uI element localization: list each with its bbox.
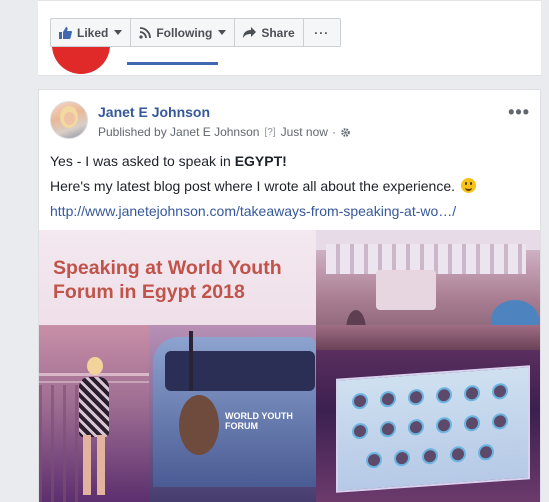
- bus-sign-text: WORLD YOUTH FORUM: [225, 411, 293, 431]
- post-text-prefix: Yes - I was asked to speak in: [50, 153, 235, 169]
- smiley-emoji-icon: [460, 178, 476, 193]
- timestamp[interactable]: Just now: [281, 125, 328, 139]
- image-resort-photo: [316, 230, 540, 350]
- following-label: Following: [156, 25, 213, 40]
- more-options-button[interactable]: ···: [304, 19, 340, 46]
- following-button[interactable]: Following: [131, 19, 236, 46]
- post-text-line-1: Yes - I was asked to speak in EGYPT!: [50, 153, 287, 169]
- post-link[interactable]: http://www.janetejohnson.com/takeaways-f…: [50, 203, 456, 219]
- post-text-line-2: Here's my latest blog post where I wrote…: [50, 178, 476, 194]
- chevron-down-icon: [218, 30, 227, 35]
- avatar[interactable]: [50, 101, 88, 139]
- chevron-down-icon: [114, 30, 123, 35]
- presentation-screen: [336, 365, 530, 493]
- page-action-bar: Liked Following Share ···: [50, 18, 341, 47]
- share-button[interactable]: Share: [235, 19, 304, 46]
- liked-button[interactable]: Liked: [51, 19, 132, 46]
- rss-feed-icon: [139, 26, 152, 39]
- divider: [38, 0, 541, 1]
- published-by-label[interactable]: Published by Janet E Johnson: [98, 125, 259, 139]
- image-stage-photo: [316, 350, 540, 502]
- separator: ·: [331, 125, 336, 139]
- image-title-panel: Speaking at World Youth Forum in Egypt 2…: [39, 230, 316, 325]
- share-label: Share: [261, 25, 295, 40]
- post-meta: Published by Janet E Johnson [?] Just no…: [98, 125, 351, 139]
- liked-label: Liked: [77, 25, 109, 40]
- post-text-bold: EGYPT!: [234, 153, 287, 169]
- post-options-icon[interactable]: •••: [508, 102, 530, 123]
- help-marker[interactable]: [?]: [264, 127, 275, 138]
- image-speaker-photo: [39, 325, 149, 502]
- image-bus-photo: WORLD YOUTH FORUM: [149, 325, 316, 502]
- page-header-card: Liked Following Share ···: [38, 0, 541, 76]
- more-icon: ···: [314, 25, 330, 40]
- thumbs-up-icon: [59, 26, 72, 39]
- post-author-name[interactable]: Janet E Johnson: [98, 104, 210, 120]
- page-primary-button[interactable]: [127, 62, 218, 65]
- post-card: Janet E Johnson Published by Janet E Joh…: [38, 89, 541, 502]
- post-text-body: Here's my latest blog post where I wrote…: [50, 178, 455, 194]
- post-image[interactable]: Speaking at World Youth Forum in Egypt 2…: [39, 230, 540, 502]
- image-title-text: Speaking at World Youth Forum in Egypt 2…: [53, 257, 282, 303]
- gear-icon[interactable]: [340, 127, 351, 138]
- share-arrow-icon: [243, 27, 257, 38]
